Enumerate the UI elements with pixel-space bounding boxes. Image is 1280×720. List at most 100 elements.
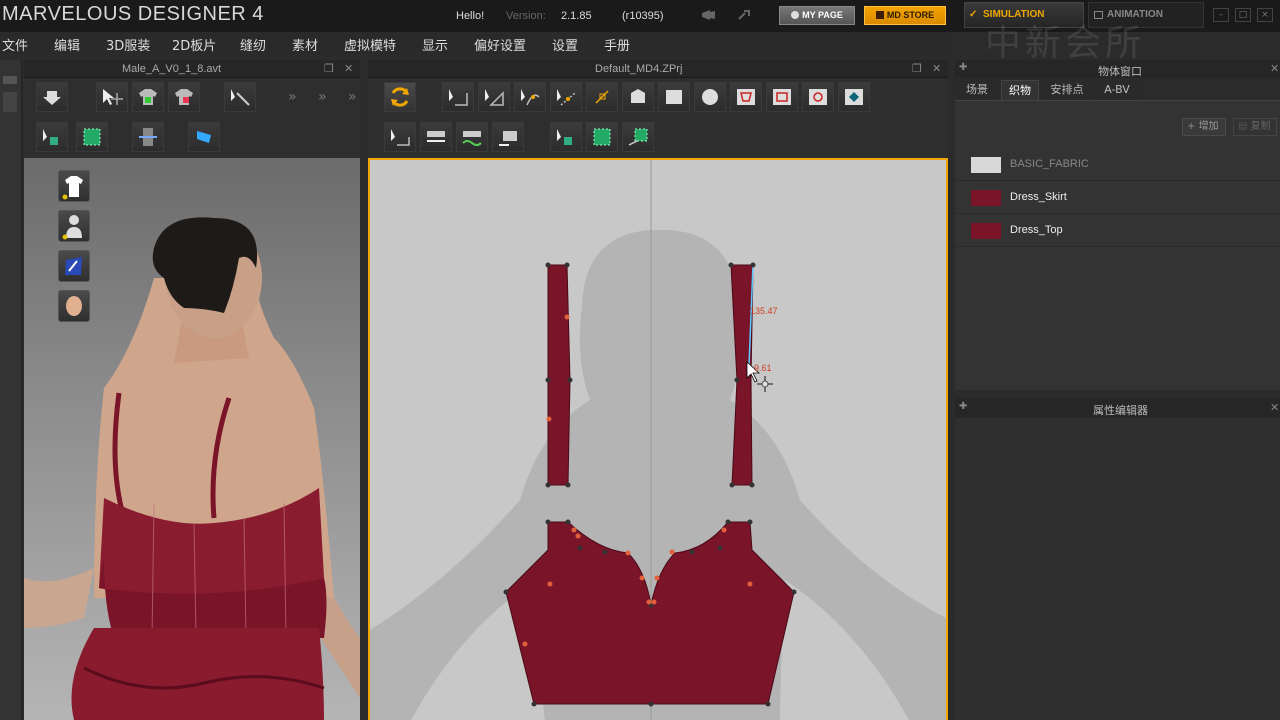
tab-arrangement-points[interactable]: 安排点 [1043, 80, 1091, 100]
menu-sewing[interactable]: 缝纫 [240, 35, 266, 54]
free-sewing-tool[interactable] [420, 122, 452, 152]
2d-view-header: Default_MD4.ZPrj ❐ ✕ [368, 60, 948, 78]
add-point-tool[interactable] [550, 82, 582, 112]
title-bar: MARVELOUS DESIGNER 4 Hello! Version: 2.1… [0, 0, 1280, 64]
close-panel-icon[interactable]: ✕ [1270, 401, 1279, 414]
menu-display[interactable]: 显示 [422, 35, 448, 54]
copy-fabric-button[interactable]: ▤ 复制 [1233, 118, 1277, 136]
more-chevron-icon[interactable]: » [348, 89, 357, 105]
avatar-measure-tool[interactable] [132, 122, 164, 152]
avatar-body-button[interactable] [58, 210, 90, 242]
fabric-swatch[interactable] [971, 190, 1001, 206]
object-window-tabs: 场景 织物 安排点 A-BV [955, 80, 1280, 100]
tack-sewing-tool[interactable] [456, 122, 488, 152]
fabric-row-basic[interactable]: BASIC_FABRIC [955, 149, 1280, 181]
md-store-button[interactable]: MD STORE [864, 6, 946, 25]
mesh-grid-2d-tool[interactable] [586, 122, 618, 152]
simulate-icon[interactable] [384, 82, 416, 112]
segment-sewing-tool[interactable] [384, 122, 416, 152]
megaphone-icon[interactable] [700, 8, 718, 22]
fabric-ruler-tool[interactable] [188, 122, 220, 152]
menu-file[interactable]: 文件 [2, 35, 28, 54]
my-page-button[interactable]: MY PAGE [779, 6, 855, 25]
close-panel-icon[interactable]: ✕ [932, 62, 941, 75]
garment-select-tool[interactable] [132, 82, 164, 112]
3d-view-title: Male_A_V0_1_8.avt [122, 63, 222, 75]
2d-toolbar [368, 79, 948, 158]
dock-tab-icon[interactable] [3, 92, 17, 112]
transform-pattern-tool[interactable] [442, 82, 474, 112]
edit-pattern-tool[interactable] [478, 82, 510, 112]
menu-3d-garment[interactable]: 3D服装 [106, 35, 150, 54]
polygon-tool[interactable] [622, 82, 654, 112]
rectangle-tool[interactable] [658, 82, 690, 112]
3d-toolbar: » » » [24, 79, 360, 158]
more-chevron-icon[interactable]: » [318, 89, 327, 105]
menu-materials[interactable]: 素材 [292, 35, 318, 54]
minimize-icon[interactable]: – [1213, 8, 1229, 22]
menu-edit[interactable]: 编辑 [54, 35, 80, 54]
tab-abv[interactable]: A-BV [1095, 80, 1139, 100]
more-chevron-icon[interactable]: » [288, 89, 297, 105]
tools-icon[interactable] [736, 8, 754, 22]
fabric-row-skirt[interactable]: Dress_Skirt [955, 182, 1280, 214]
check-sewing-tool[interactable] [492, 122, 524, 152]
mesh-grid-tool[interactable] [76, 122, 108, 152]
dock-pin-icon[interactable]: ✚ [959, 401, 967, 412]
menu-settings[interactable]: 设置 [552, 35, 578, 54]
menu-manual[interactable]: 手册 [604, 35, 630, 54]
close-icon[interactable]: × [1257, 8, 1273, 22]
dock-tab-icon[interactable] [3, 76, 17, 84]
fabric-name: BASIC_FABRIC [1010, 158, 1089, 170]
mesh-edit-2d-tool[interactable] [622, 122, 654, 152]
3d-view-header: Male_A_V0_1_8.avt ❐ ✕ [24, 60, 360, 78]
app-window: MARVELOUS DESIGNER 4 Hello! Version: 2.1… [0, 0, 1280, 720]
hello-text: Hello! [456, 10, 485, 22]
2d-pattern-viewport[interactable]: 135.47 9.61 [368, 158, 948, 720]
pin-tool[interactable] [224, 82, 256, 112]
fabric-swatch[interactable] [971, 157, 1001, 173]
close-panel-icon[interactable]: ✕ [344, 62, 353, 75]
move-down-tool[interactable] [36, 82, 68, 112]
3d-viewport[interactable] [24, 158, 360, 720]
fabric-name: Dress_Skirt [1010, 191, 1067, 203]
version-label: Version: [506, 10, 546, 22]
maximize-icon[interactable]: □ [1235, 8, 1251, 22]
internal-polygon-tool[interactable] [730, 82, 762, 112]
tab-scene[interactable]: 场景 [957, 80, 997, 100]
restore-icon[interactable]: ❐ [324, 62, 334, 75]
close-panel-icon[interactable]: ✕ [1270, 62, 1279, 75]
fabric-row-top[interactable]: Dress_Top [955, 215, 1280, 247]
object-window: ✚ 物体窗口 ✕ 场景 织物 安排点 A-BV + 增加 ▤ 复制 BASIC_… [955, 60, 1280, 720]
edit-curve-tool[interactable] [514, 82, 546, 112]
menu-2d-pattern[interactable]: 2D板片 [172, 35, 216, 54]
dock-pin-icon[interactable]: ✚ [959, 62, 967, 73]
fabric-list-panel: + 增加 ▤ 复制 BASIC_FABRIC Dress_Skirt Dress… [955, 100, 1280, 390]
fabric-name: Dress_Top [1010, 224, 1063, 236]
avatar-skin-button[interactable] [58, 290, 90, 322]
md-store-label: MD STORE [886, 10, 935, 20]
fabric-swatch[interactable] [971, 223, 1001, 239]
select-mesh-2d-tool[interactable] [550, 122, 582, 152]
internal-circle-tool[interactable] [802, 82, 834, 112]
plus-icon: + [1187, 121, 1199, 132]
add-fabric-button[interactable]: + 增加 [1182, 118, 1226, 136]
restore-icon[interactable]: ❐ [912, 62, 922, 75]
menu-preferences[interactable]: 偏好设置 [474, 35, 526, 54]
circle-tool[interactable] [694, 82, 726, 112]
select-mesh-tool[interactable] [36, 122, 68, 152]
curve-point-tool[interactable] [586, 82, 618, 112]
dart-tool[interactable] [838, 82, 870, 112]
property-editor-panel [955, 418, 1280, 720]
copy-icon: ▤ [1238, 121, 1251, 132]
select-move-tool[interactable] [96, 82, 128, 112]
garment-tack-tool[interactable] [168, 82, 200, 112]
internal-rectangle-tool[interactable] [766, 82, 798, 112]
avatar-texture-button[interactable] [58, 250, 90, 282]
menu-bar: 文件 编辑 3D服装 2D板片 缝纫 素材 虚拟模特 显示 偏好设置 设置 手册 [0, 32, 950, 54]
tab-fabric[interactable]: 织物 [1001, 80, 1039, 100]
avatar-garment-button[interactable] [58, 170, 90, 202]
pattern-canvas [370, 160, 946, 720]
property-editor-header: ✚ 属性编辑器 ✕ [955, 398, 1280, 418]
menu-avatar[interactable]: 虚拟模特 [344, 35, 396, 54]
